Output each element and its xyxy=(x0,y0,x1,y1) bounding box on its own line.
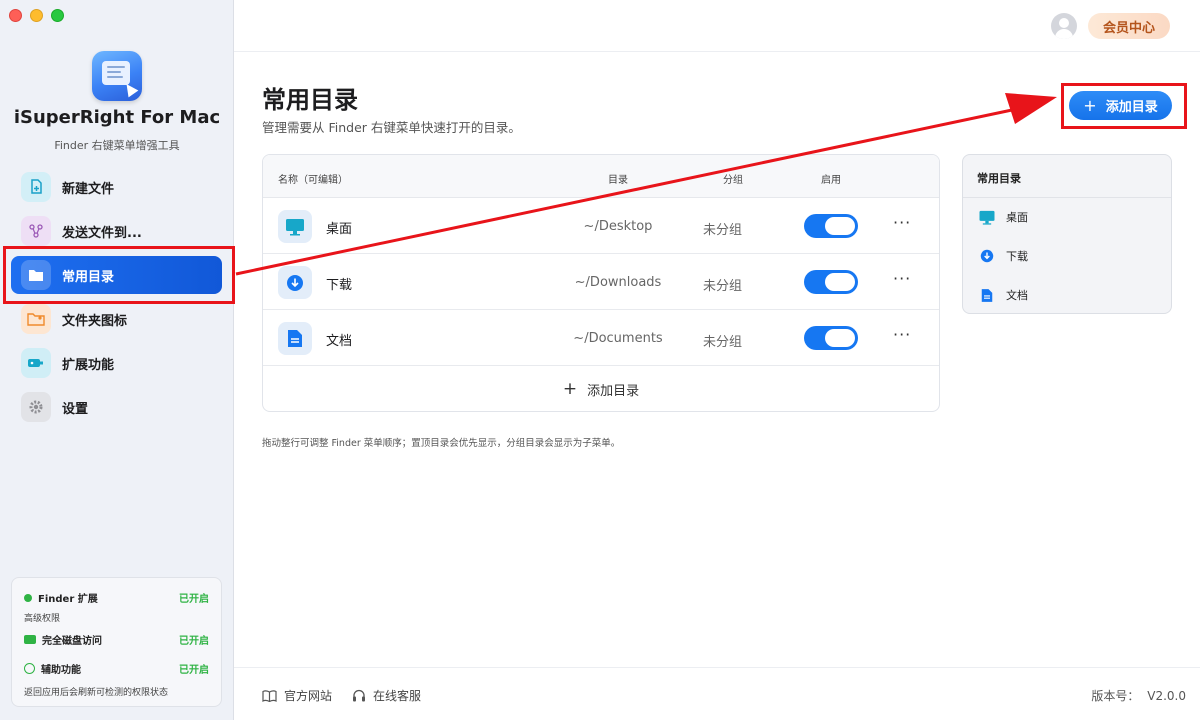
version-info: 版本号： V2.0.0 xyxy=(1091,687,1186,704)
permission-finder-row: Finder 扩展 已开启 xyxy=(24,590,209,605)
permission-accessibility-row[interactable]: 辅助功能 已开启 xyxy=(24,661,209,676)
row-name[interactable]: 桌面 xyxy=(326,218,352,237)
preview-item: 桌面 xyxy=(978,209,1028,225)
sidebar-item-new-file[interactable]: 新建文件 xyxy=(11,168,222,206)
add-directory-row-button[interactable]: + 添加目录 xyxy=(263,366,939,411)
column-header-name: 名称（可编辑） xyxy=(278,175,348,186)
column-header-path: 目录 xyxy=(608,175,628,186)
page-description: 管理需要从 Finder 右键菜单快速打开的目录。 xyxy=(262,120,521,135)
headset-icon xyxy=(353,689,365,701)
row-group[interactable]: 未分组 xyxy=(703,219,742,238)
support-link[interactable]: 在线客服 xyxy=(352,687,421,704)
sidebar-item-extensions[interactable]: 扩展功能 xyxy=(11,344,222,382)
close-window-button[interactable] xyxy=(9,9,22,22)
table-row[interactable]: 文档 ~/Documents 未分组 ··· xyxy=(263,310,939,366)
website-link[interactable]: 官方网站 xyxy=(262,687,332,704)
sidebar-item-send-file[interactable]: 发送文件到... xyxy=(11,212,222,250)
sidebar-item-folder-icon[interactable]: 文件夹图标 xyxy=(11,300,222,338)
row-name[interactable]: 文档 xyxy=(326,330,352,349)
support-label: 在线客服 xyxy=(373,689,422,703)
preview-item-label: 下载 xyxy=(1006,250,1028,263)
annotation-highlight-box xyxy=(3,246,235,304)
gear-icon xyxy=(21,392,51,422)
desktop-icon xyxy=(278,210,312,243)
version-number: V2.0.0 xyxy=(1147,689,1186,703)
website-label: 官方网站 xyxy=(284,689,333,703)
status-badge: 已开启 xyxy=(179,594,209,605)
download-icon xyxy=(978,248,996,264)
document-icon xyxy=(978,287,996,303)
row-group[interactable]: 未分组 xyxy=(703,331,742,350)
sidebar-item-label: 新建文件 xyxy=(62,181,115,197)
permission-disk-row[interactable]: 完全磁盘访问 已开启 xyxy=(24,632,209,647)
status-badge: 已开启 xyxy=(179,665,209,676)
footer: 官方网站 在线客服 版本号： V2.0.0 xyxy=(234,667,1200,720)
plus-icon: + xyxy=(562,379,578,399)
table-row[interactable]: 桌面 ~/Desktop 未分组 ··· xyxy=(263,198,939,254)
permission-label: 辅助功能 xyxy=(41,665,81,676)
more-options-icon[interactable]: ··· xyxy=(893,269,911,288)
version-label: 版本号： xyxy=(1091,689,1140,703)
extension-icon xyxy=(21,348,51,378)
column-header-group: 分组 xyxy=(723,175,743,186)
preview-title: 常用目录 xyxy=(963,155,1171,198)
menu-preview-panel: 常用目录 桌面 下载 文档 xyxy=(962,154,1172,314)
folder-image-icon xyxy=(21,304,51,334)
minimize-window-button[interactable] xyxy=(30,9,43,22)
sidebar-item-label: 设置 xyxy=(62,401,89,417)
more-options-icon[interactable]: ··· xyxy=(893,325,911,344)
preview-item: 文档 xyxy=(978,287,1028,303)
download-icon xyxy=(278,266,312,299)
directory-table: 名称（可编辑） 目录 分组 启用 桌面 ~/Desktop 未分组 ··· 下载… xyxy=(262,154,940,412)
accessibility-icon xyxy=(24,663,35,674)
row-path: ~/Desktop xyxy=(583,219,653,234)
enable-toggle[interactable] xyxy=(804,270,858,294)
permission-label: Finder 扩展 xyxy=(38,594,98,605)
sidebar-item-label: 发送文件到... xyxy=(62,225,142,241)
permission-label: 完全磁盘访问 xyxy=(42,636,102,647)
table-row[interactable]: 下载 ~/Downloads 未分组 ··· xyxy=(263,254,939,310)
table-header: 名称（可编辑） 目录 分组 启用 xyxy=(263,155,939,198)
status-dot-icon xyxy=(24,593,32,602)
annotation-highlight-box xyxy=(1061,83,1187,129)
sidebar-item-settings[interactable]: 设置 xyxy=(11,388,222,426)
book-icon xyxy=(262,689,277,702)
sidebar-item-label: 扩展功能 xyxy=(62,357,115,373)
vip-center-button[interactable]: 会员中心 xyxy=(1088,13,1170,39)
sidebar-item-label: 文件夹图标 xyxy=(62,313,128,329)
preview-item-label: 文档 xyxy=(1006,289,1028,302)
new-file-icon xyxy=(21,172,51,202)
usage-tip: 拖动整行可调整 Finder 菜单顺序；置顶目录会优先显示，分组目录会显示为子菜… xyxy=(262,438,621,449)
window-controls xyxy=(9,9,64,22)
page-title: 常用目录 xyxy=(262,86,358,114)
preview-item: 下载 xyxy=(978,248,1028,264)
app-logo-icon xyxy=(92,51,142,101)
row-path: ~/Downloads xyxy=(574,275,662,290)
send-file-icon xyxy=(21,216,51,246)
app-name: iSuperRight For Mac xyxy=(13,107,221,128)
zoom-window-button[interactable] xyxy=(51,9,64,22)
enable-toggle[interactable] xyxy=(804,214,858,238)
document-icon xyxy=(278,322,312,355)
app-subtitle: Finder 右键菜单增强工具 xyxy=(54,139,180,152)
row-group[interactable]: 未分组 xyxy=(703,275,742,294)
avatar[interactable] xyxy=(1051,13,1077,39)
column-header-enabled: 启用 xyxy=(821,175,841,186)
status-badge: 已开启 xyxy=(179,636,209,647)
enable-toggle[interactable] xyxy=(804,326,858,350)
disk-icon xyxy=(24,635,36,644)
row-name[interactable]: 下载 xyxy=(326,274,352,293)
section-label: 高级权限 xyxy=(24,614,61,624)
row-path: ~/Documents xyxy=(573,331,663,346)
desktop-icon xyxy=(978,209,996,225)
permissions-card: Finder 扩展 已开启 高级权限 完全磁盘访问 已开启 辅助功能 已开启 返… xyxy=(11,577,222,707)
sidebar: iSuperRight For Mac Finder 右键菜单增强工具 新建文件… xyxy=(0,0,234,720)
preview-item-label: 桌面 xyxy=(1006,211,1028,224)
add-directory-row-label: 添加目录 xyxy=(587,383,640,399)
more-options-icon[interactable]: ··· xyxy=(893,213,911,232)
permission-note: 返回应用后会刷新可检测的权限状态 xyxy=(24,688,169,698)
